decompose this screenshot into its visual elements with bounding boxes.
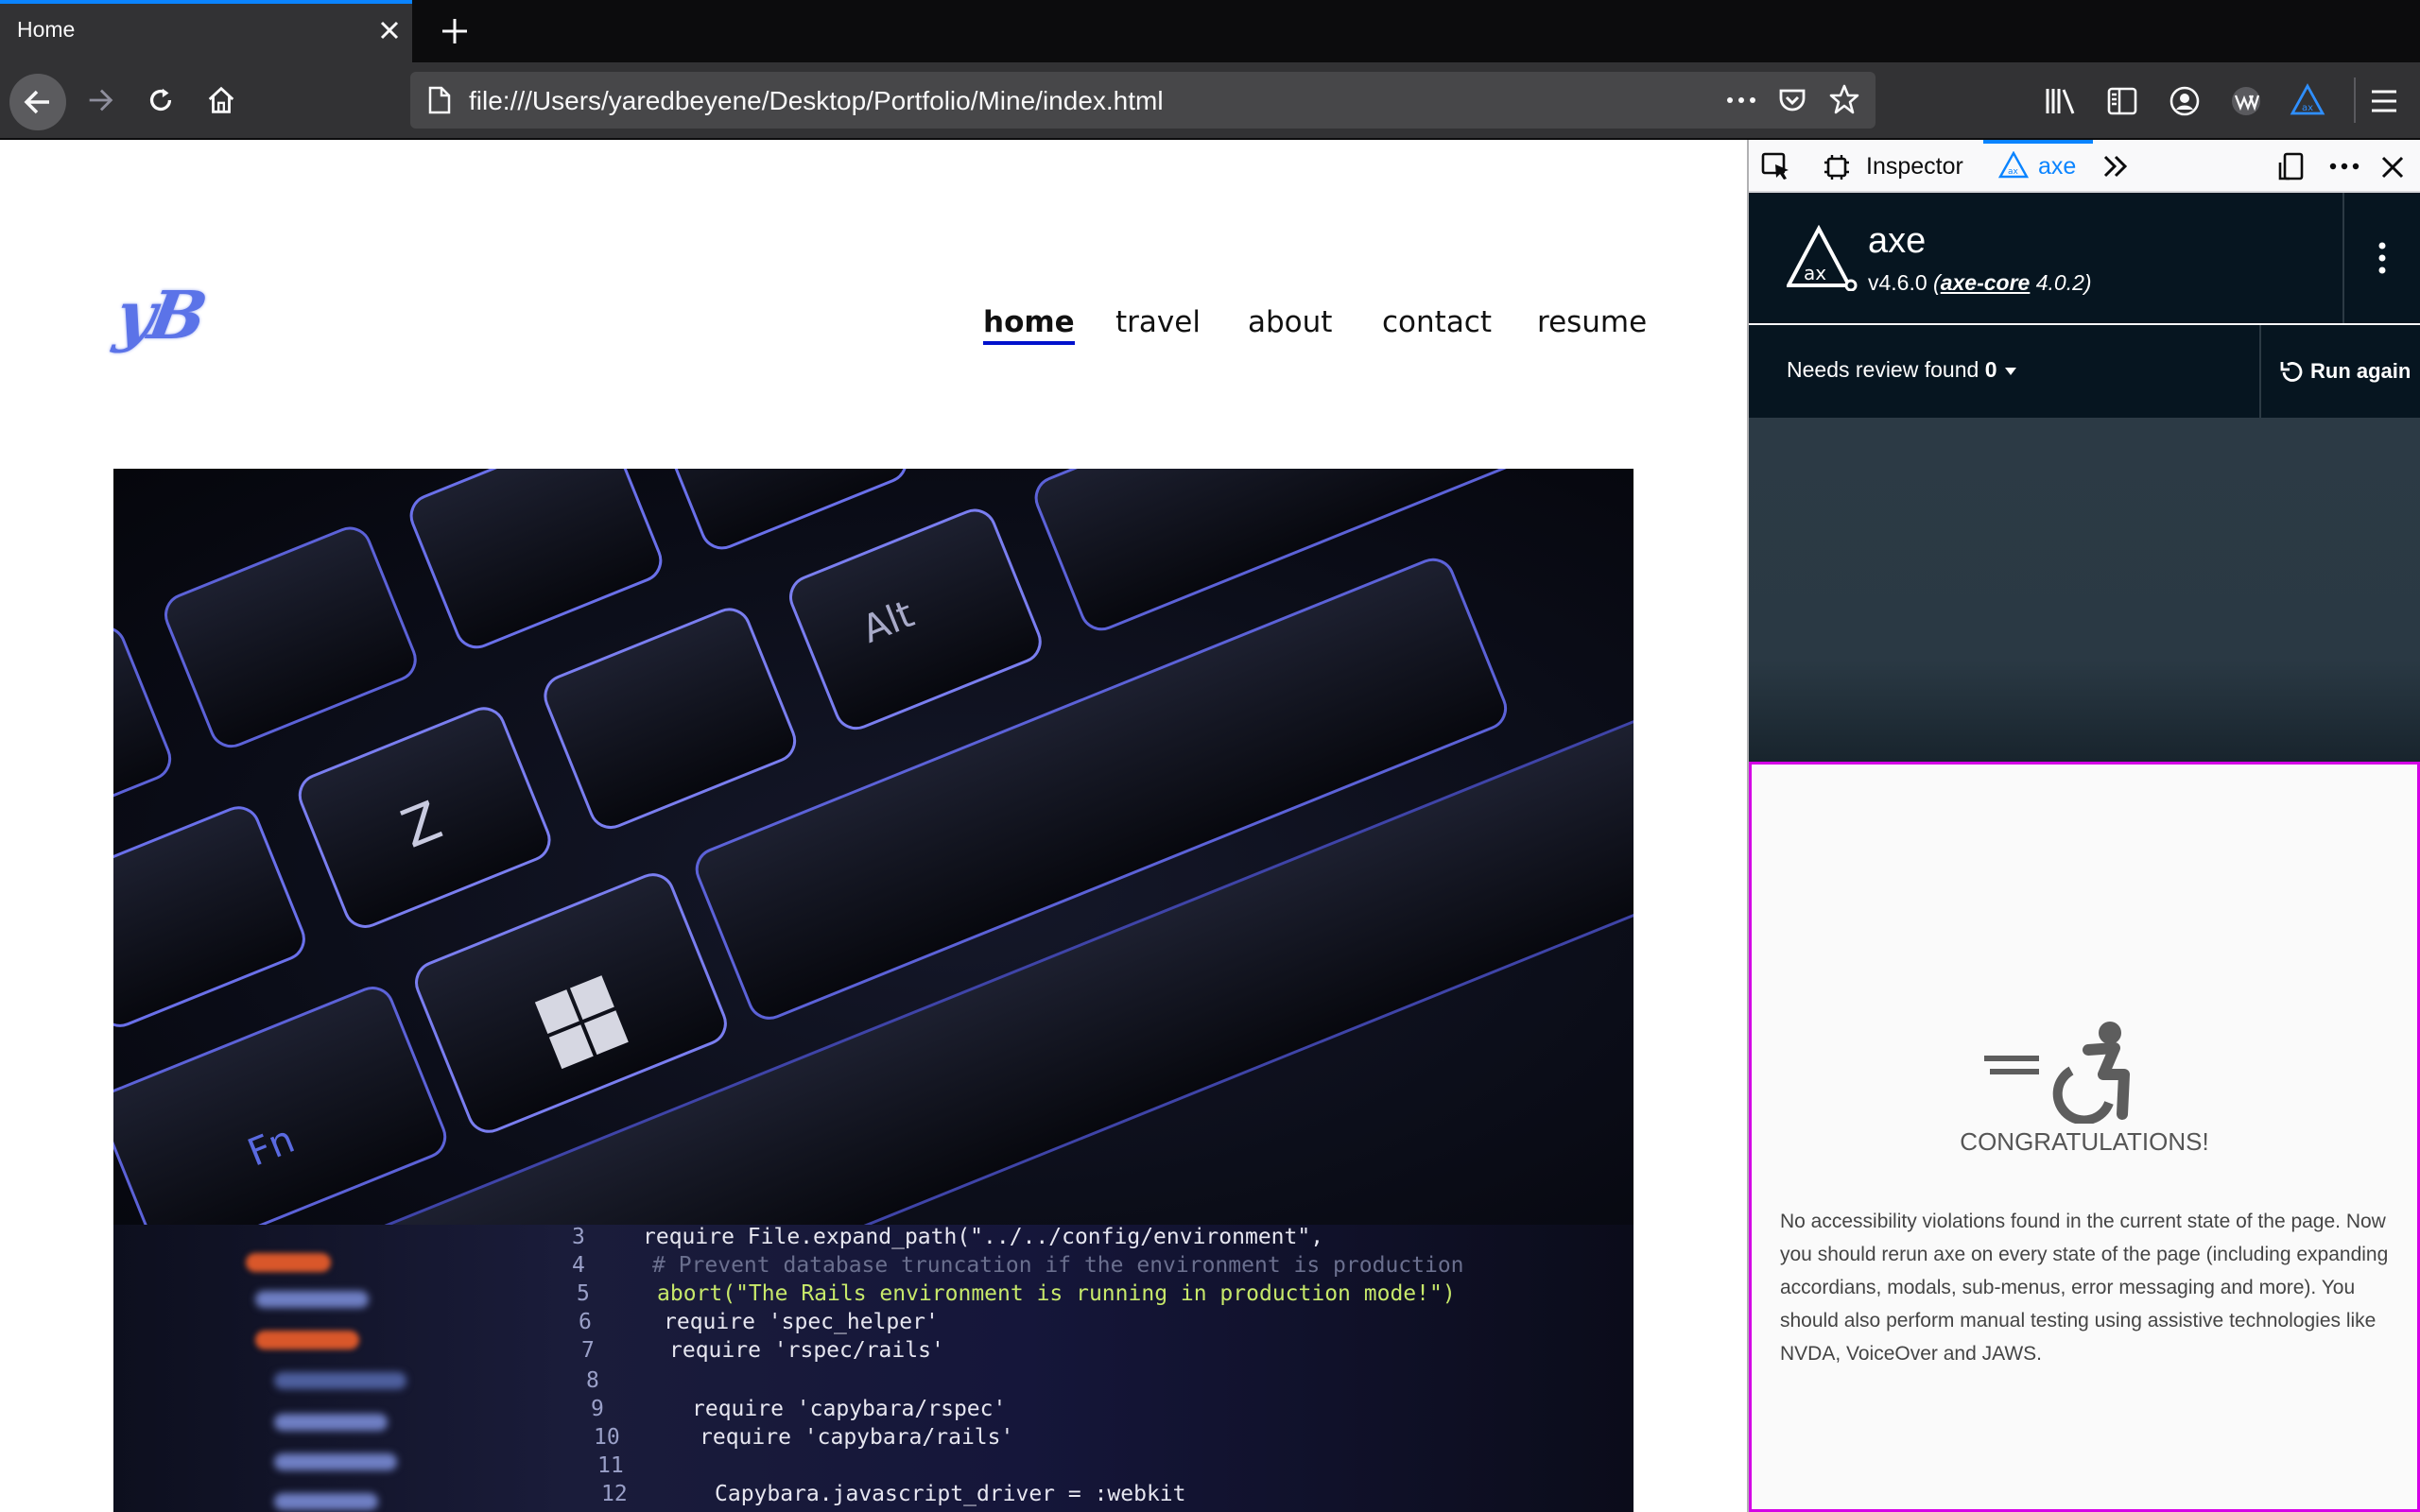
caret-down-icon (2004, 368, 2016, 375)
code-line-number: 9 (591, 1397, 604, 1421)
site-logo[interactable]: yB (111, 276, 207, 354)
reload-icon (149, 88, 172, 112)
reload-button[interactable] (134, 74, 187, 127)
url-bar[interactable]: file:///Users/yaredbeyene/Desktop/Portfo… (410, 72, 1876, 129)
nav-link-travel[interactable]: travel (1115, 305, 1201, 339)
needs-review-dropdown[interactable]: Needs review found 0 (1787, 357, 2018, 383)
nav-link-home[interactable]: home (983, 305, 1075, 345)
needs-review-count: 0 (1984, 357, 1997, 382)
kebab-menu-icon (2378, 242, 2386, 274)
tab-axe-label: axe (2038, 153, 2077, 180)
code-line: # Prevent database truncation if the env… (652, 1253, 1464, 1278)
axe-tab-icon: ax (1998, 151, 2029, 179)
code-line-number: 6 (579, 1310, 592, 1334)
home-button[interactable] (195, 74, 248, 127)
hamburger-menu-icon[interactable] (2369, 87, 2399, 115)
toolbar-divider (2354, 77, 2356, 123)
needs-review-bar: Needs review found 0 Run again (1749, 325, 2420, 418)
navigation-toolbar: file:///Users/yaredbeyene/Desktop/Portfo… (0, 62, 2420, 140)
browser-tab[interactable]: Home (0, 0, 412, 62)
axe-version: v4.6.0 (1868, 270, 1927, 295)
devtools-toolbar: Inspector ax axe (1749, 140, 2420, 193)
url-text[interactable]: file:///Users/yaredbeyene/Desktop/Portfo… (469, 86, 1164, 116)
code-line-number: 12 (601, 1482, 628, 1506)
account-icon[interactable] (2169, 85, 2201, 117)
plus-icon[interactable] (437, 13, 473, 49)
arrow-left-icon (24, 90, 49, 114)
page-viewport: yB home travel about contact resume Z Al… (0, 140, 1747, 1512)
more-options-icon[interactable] (2327, 157, 2361, 176)
keyboard-hero-image: Z Alt Fn (113, 469, 1634, 1225)
close-devtools-icon[interactable] (2378, 153, 2407, 181)
keyboard-illustration: Z Alt Fn (113, 469, 1634, 1225)
code-line: require 'rspec/rails' (669, 1338, 944, 1363)
nav-link-about[interactable]: about (1248, 305, 1332, 339)
axe-core-link[interactable]: axe-core (1941, 270, 2031, 295)
more-horizontal-icon[interactable] (1724, 89, 1758, 112)
results-summary-area (1749, 418, 2420, 762)
code-line: require 'capybara/rails' (700, 1425, 1014, 1450)
code-line-number: 8 (586, 1368, 599, 1393)
tab-strip: Home (0, 0, 2420, 62)
congratulations-message: No accessibility violations found in the… (1780, 1211, 2389, 1365)
svg-text:ax: ax (1804, 262, 1826, 284)
code-line-number: 11 (597, 1453, 624, 1478)
version-paren-close: ) (2083, 270, 2092, 295)
results-panel: CONGRATULATIONS! No accessibility violat… (1749, 762, 2420, 1512)
chevron-double-right-icon[interactable] (2100, 153, 2131, 180)
axe-menu-button[interactable] (2342, 193, 2420, 323)
back-button[interactable] (9, 74, 66, 130)
forward-button[interactable] (74, 74, 127, 127)
library-icon[interactable] (2044, 85, 2078, 117)
home-icon (208, 86, 234, 113)
close-icon[interactable] (374, 15, 405, 45)
code-hero-image: 3 require File.expand_path("../../config… (113, 1225, 1634, 1512)
axe-logo-icon: ax (1787, 225, 1858, 291)
run-again-button[interactable]: Run again (2259, 325, 2420, 418)
code-line-number: 4 (572, 1253, 585, 1278)
responsive-mode-icon[interactable] (2276, 151, 2307, 181)
nav-link-resume[interactable]: resume (1537, 305, 1647, 339)
tab-title: Home (17, 17, 76, 42)
axe-extension-icon[interactable]: ax (2290, 83, 2325, 117)
refresh-icon (2280, 362, 2303, 382)
sidebar-icon[interactable] (2106, 85, 2138, 117)
arrow-right-icon (89, 89, 113, 112)
accessibility-wheelchair-icon (1984, 1022, 2130, 1124)
svg-text:ax: ax (2008, 167, 2019, 177)
inspector-icon (1824, 155, 1849, 180)
code-line: require 'capybara/rspec' (692, 1397, 1007, 1421)
tab-active-indicator (0, 0, 412, 4)
page-icon (428, 86, 451, 114)
svg-text:ax: ax (2302, 103, 2313, 113)
code-line-number: 7 (581, 1338, 595, 1363)
version-paren-open: ( (1933, 270, 1941, 295)
axe-header: ax axe v4.6.0 (axe-core 4.0.2) (1749, 193, 2420, 323)
code-line: abort("The Rails environment is running … (657, 1281, 1456, 1306)
code-line-number: 3 (572, 1225, 585, 1249)
tab-inspector[interactable]: Inspector (1866, 153, 1963, 180)
needs-review-label: Needs review found (1787, 357, 1979, 382)
star-icon[interactable] (1828, 83, 1860, 115)
axe-core-version: 4.0.2 (2035, 270, 2084, 295)
axe-title: axe (1868, 221, 1927, 261)
code-line-number: 5 (577, 1281, 590, 1306)
devtools-panel: Inspector ax axe ax axe v4.6.0 (axe-core… (1747, 140, 2420, 1512)
pocket-icon[interactable] (1777, 85, 1807, 115)
code-line: Capybara.javascript_driver = :webkit (715, 1482, 1186, 1506)
code-line: require 'spec_helper' (664, 1310, 939, 1334)
code-line: require File.expand_path("../../config/e… (643, 1225, 1324, 1249)
axe-version-line: v4.6.0 (axe-core 4.0.2) (1868, 270, 2092, 296)
nav-link-contact[interactable]: contact (1382, 305, 1492, 339)
code-sidebar-blur (189, 1244, 473, 1512)
element-picker-icon[interactable] (1760, 151, 1792, 181)
congratulations-title: CONGRATULATIONS! (1960, 1127, 2209, 1156)
tab-axe[interactable]: ax axe (1983, 140, 2093, 191)
code-line-number: 10 (594, 1425, 620, 1450)
wave-extension-icon[interactable] (2229, 85, 2263, 117)
run-again-label: Run again (2310, 359, 2411, 383)
